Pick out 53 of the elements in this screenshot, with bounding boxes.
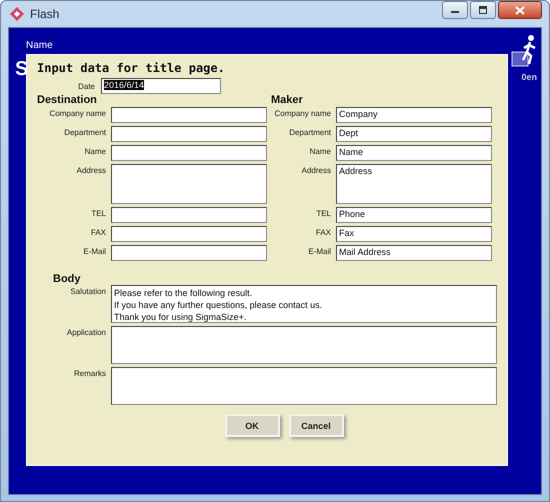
field-label: TEL bbox=[315, 208, 331, 220]
field-label: Company name bbox=[48, 108, 106, 120]
field-label: E-Mail bbox=[82, 246, 106, 258]
window-title: Flash bbox=[30, 7, 60, 21]
field-label: Date bbox=[77, 82, 95, 90]
section-heading: Maker bbox=[271, 94, 304, 106]
field-label: TEL bbox=[90, 208, 106, 220]
field-label: Address bbox=[76, 165, 106, 177]
input-field[interactable] bbox=[111, 107, 267, 123]
input-field[interactable]: Address bbox=[336, 164, 492, 204]
field-label: Application bbox=[66, 327, 106, 339]
dialog-button[interactable]: OK bbox=[224, 414, 280, 437]
name-label: Name bbox=[26, 40, 53, 51]
field-label: Company name bbox=[274, 108, 331, 120]
field-label: FAX bbox=[314, 227, 331, 239]
field-label: Salutation bbox=[69, 286, 106, 298]
date-field[interactable]: 2016/6/14 bbox=[101, 78, 221, 94]
field-label: Department bbox=[63, 127, 106, 139]
close-icon bbox=[515, 6, 525, 14]
field-label: Name bbox=[84, 146, 106, 158]
input-field[interactable] bbox=[111, 226, 267, 242]
input-field[interactable] bbox=[111, 164, 267, 204]
section-heading: Body bbox=[53, 273, 82, 285]
field-label: Department bbox=[288, 127, 331, 139]
field-label: Address bbox=[300, 165, 331, 177]
text-area[interactable] bbox=[111, 367, 497, 405]
text-area[interactable] bbox=[111, 326, 497, 364]
dialog-button[interactable]: Cancel bbox=[288, 414, 344, 437]
input-field[interactable]: Name bbox=[336, 145, 492, 161]
exit-icon[interactable] bbox=[511, 34, 537, 68]
section-heading: Destination bbox=[37, 94, 98, 106]
input-field[interactable] bbox=[111, 245, 267, 261]
maximize-icon bbox=[478, 6, 488, 14]
input-field[interactable]: Company bbox=[336, 107, 492, 123]
input-field[interactable] bbox=[111, 145, 267, 161]
diamond-icon bbox=[10, 7, 24, 21]
input-field[interactable] bbox=[111, 126, 267, 142]
field-label: Remarks bbox=[72, 368, 106, 380]
field-label: Name bbox=[308, 146, 331, 158]
input-field[interactable]: Mail Address bbox=[336, 245, 492, 261]
version-label: 0en bbox=[521, 72, 537, 82]
minimize-button[interactable] bbox=[442, 1, 468, 19]
text-area[interactable]: Please refer to the following result. If you have any further questions, please contact us. Thank you for using SigmaSize+. bbox=[111, 285, 497, 323]
input-field[interactable]: Phone bbox=[336, 207, 492, 223]
date-value: 2016/6/14 bbox=[104, 80, 144, 90]
maximize-button[interactable] bbox=[470, 1, 496, 19]
input-field[interactable]: Dept bbox=[336, 126, 492, 142]
dialog-title: Input data for title page. bbox=[37, 61, 226, 75]
input-field[interactable]: Fax bbox=[336, 226, 492, 242]
field-label: FAX bbox=[90, 227, 106, 239]
field-label: E-Mail bbox=[307, 246, 331, 258]
close-button[interactable] bbox=[498, 1, 542, 19]
input-field[interactable] bbox=[111, 207, 267, 223]
